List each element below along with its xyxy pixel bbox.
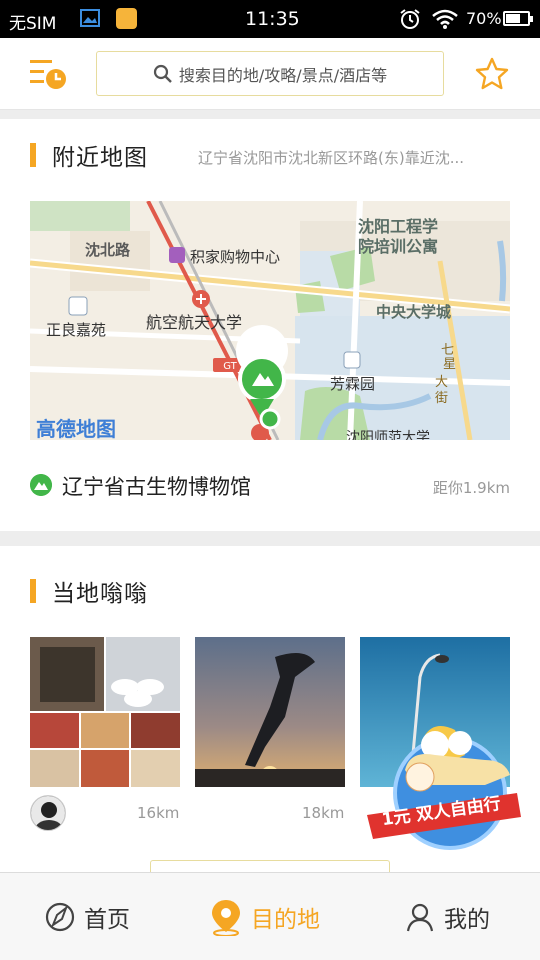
- carrier-label: 无SIM: [9, 14, 57, 34]
- menu-history-icon[interactable]: [28, 56, 68, 92]
- tab-profile[interactable]: 我的: [404, 873, 490, 960]
- photo-1-distance: 16km: [137, 804, 180, 822]
- tab-destination[interactable]: 目的地: [209, 873, 320, 960]
- top-bar: 搜索目的地/攻略/景点/酒店等: [0, 38, 540, 110]
- status-time: 11:35: [245, 8, 300, 30]
- map-label-zhengliang-jiayuan: 正良嘉苑: [46, 321, 107, 339]
- search-box[interactable]: 搜索目的地/攻略/景点/酒店等: [96, 51, 444, 96]
- screen: 无SIM 11:35 70% 搜索目的地/攻略/景点/酒店等 附近地图 辽宁省沈…: [0, 0, 540, 960]
- gallery-notification-icon: [80, 9, 100, 27]
- search-placeholder: 搜索目的地/攻略/景点/酒店等: [178, 65, 388, 85]
- battery-icon: [503, 11, 533, 26]
- tab-profile-label: 我的: [444, 907, 490, 933]
- map-label-jijia-mall: 积家购物中心: [190, 248, 281, 266]
- map-label-qixing-4: 街: [435, 391, 449, 406]
- local-photo-2[interactable]: [195, 637, 345, 787]
- metro-line-badge: GT: [223, 361, 237, 372]
- map-label-aerospace-university: 航空航天大学: [146, 313, 243, 332]
- nearby-map[interactable]: GT 沈北路 积家购物中心 沈阳工程学 院培训公寓 正良嘉苑 航空航天大学 中央…: [30, 201, 510, 440]
- map-label-shenyang-normal-university: 沈阳师范大学: [346, 430, 430, 440]
- alarm-icon: [400, 9, 420, 29]
- battery-percent: 70%: [466, 9, 502, 28]
- compass-icon: [45, 902, 75, 932]
- favorite-star-icon[interactable]: [474, 56, 510, 92]
- place-name: 辽宁省古生物博物馆: [62, 475, 251, 499]
- section-accent-bar: [30, 143, 36, 167]
- place-distance: 距你1.9km: [432, 479, 510, 497]
- app-notification-icon: [116, 8, 137, 29]
- map-label-training-apartment: 院培训公寓: [358, 237, 439, 256]
- nearby-map-title: 附近地图: [52, 145, 148, 171]
- nearby-map-header: 附近地图: [30, 142, 148, 171]
- status-bar: 无SIM 11:35 70%: [0, 0, 540, 38]
- wifi-icon: [432, 9, 458, 29]
- map-label-qixing-2: 星: [443, 357, 457, 372]
- local-photo-1[interactable]: [30, 637, 180, 787]
- current-address: 辽宁省沈阳市沈北新区环路(东)靠近沈...: [198, 149, 465, 167]
- location-pin-icon: [212, 900, 240, 936]
- person-icon: [406, 903, 434, 932]
- amap-logo: 高德地图: [36, 417, 116, 440]
- nearby-map-card: 附近地图 辽宁省沈阳市沈北新区环路(东)靠近沈... GT 沈北路 积家购物中心…: [0, 119, 540, 531]
- tab-home-label: 首页: [84, 907, 130, 933]
- map-label-central-university-city: 中央大学城: [376, 303, 452, 321]
- photo-2-distance: 18km: [302, 804, 345, 822]
- nearest-place-row[interactable]: 辽宁省古生物博物馆 距你1.9km: [30, 471, 510, 501]
- user-avatar[interactable]: [30, 795, 66, 831]
- local-header: 当地嗡嗡: [30, 578, 148, 607]
- tab-home[interactable]: 首页: [44, 873, 130, 960]
- promo-badge[interactable]: 1元 双人自由行: [365, 715, 525, 855]
- map-label-shenbei-road: 沈北路: [85, 241, 131, 259]
- local-title: 当地嗡嗡: [52, 581, 148, 607]
- bottom-tab-bar: 首页 目的地 我的: [0, 872, 540, 960]
- search-icon: [153, 64, 172, 83]
- tab-destination-label: 目的地: [251, 907, 320, 933]
- museum-pin-icon: [30, 474, 52, 496]
- section-accent-bar: [30, 579, 36, 603]
- map-label-fanglin-yuan: 芳霖园: [330, 375, 376, 393]
